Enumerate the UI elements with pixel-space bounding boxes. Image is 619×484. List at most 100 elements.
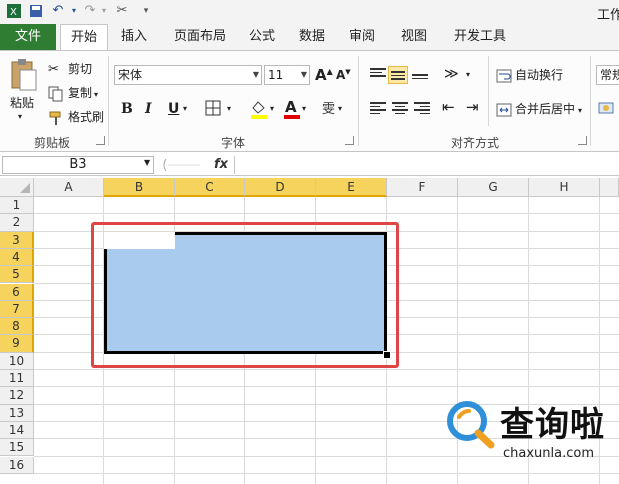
grow-font-icon[interactable]: A▲ — [315, 66, 333, 84]
customize-qat-icon[interactable]: ▾ — [138, 3, 154, 19]
group-divider — [108, 56, 109, 146]
row-header-13[interactable]: 13 — [0, 404, 34, 422]
redo-dropdown-icon[interactable]: ▾ — [96, 3, 112, 19]
row-header-14[interactable]: 14 — [0, 421, 34, 440]
row-header-4[interactable]: 4 — [0, 248, 34, 267]
row-header-11[interactable]: 11 — [0, 370, 34, 388]
column-header-a[interactable]: A — [34, 178, 104, 197]
merge-center-button[interactable]: 合并后居中 ▾ — [496, 100, 582, 118]
number-format-select[interactable]: 常规 — [596, 65, 619, 85]
tab-review[interactable]: 审阅 — [344, 24, 380, 50]
fill-color-dropdown-icon[interactable]: ▾ — [270, 104, 274, 113]
row-header-16[interactable]: 16 — [0, 456, 34, 474]
border-dropdown-icon[interactable]: ▾ — [227, 104, 231, 113]
annotation-highlight-box — [91, 222, 399, 368]
select-all-button[interactable] — [0, 178, 34, 197]
column-header-partial[interactable] — [600, 178, 619, 197]
align-middle-icon[interactable] — [388, 66, 408, 84]
underline-dropdown-icon[interactable]: ▾ — [183, 104, 187, 113]
fill-color-icon[interactable] — [248, 98, 270, 120]
column-header-c[interactable]: C — [175, 178, 245, 197]
alignment-launcher-icon[interactable] — [578, 136, 587, 145]
row-header-15[interactable]: 15 — [0, 439, 34, 457]
chevron-down-icon[interactable]: ▼ — [144, 158, 150, 167]
shrink-font-icon[interactable]: A▼ — [336, 68, 351, 82]
clipboard-launcher-icon[interactable] — [96, 136, 105, 145]
chevron-down-icon: ▼ — [252, 70, 259, 79]
align-bottom-icon[interactable] — [410, 66, 430, 84]
tab-data[interactable]: 数据 — [294, 24, 330, 50]
formula-bar-scroll[interactable] — [160, 157, 202, 173]
font-color-dropdown-icon[interactable]: ▾ — [302, 104, 306, 113]
tab-insert[interactable]: 插入 — [116, 24, 152, 50]
font-name-value: 宋体 — [118, 68, 143, 82]
column-header-g[interactable]: G — [458, 178, 529, 197]
gridline-horizontal — [34, 386, 619, 388]
paste-button[interactable]: 粘贴 — [10, 94, 34, 111]
align-top-icon[interactable] — [368, 66, 388, 84]
column-header-d[interactable]: D — [245, 178, 316, 197]
tab-developer[interactable]: 开发工具 — [448, 24, 512, 50]
group-divider — [488, 56, 489, 126]
tab-page-layout[interactable]: 页面布局 — [170, 24, 230, 50]
column-header-b[interactable]: B — [104, 178, 175, 197]
tab-home[interactable]: 开始 — [60, 24, 108, 50]
column-header-f[interactable]: F — [387, 178, 458, 197]
align-left-icon[interactable] — [368, 100, 388, 118]
italic-button[interactable]: I — [145, 101, 152, 117]
undo-dropdown-icon[interactable]: ▾ — [66, 3, 82, 19]
orientation-dropdown-icon[interactable]: ▾ — [466, 70, 470, 79]
save-icon[interactable] — [28, 3, 44, 19]
row-header-8[interactable]: 8 — [0, 318, 34, 336]
tab-formulas[interactable]: 公式 — [244, 24, 280, 50]
paste-icon[interactable] — [8, 58, 38, 92]
row-header-3[interactable]: 3 — [0, 231, 34, 249]
font-group-label: 字体 — [220, 136, 245, 150]
row-header-1[interactable]: 1 — [0, 197, 34, 215]
row-header-5[interactable]: 5 — [0, 266, 34, 284]
wrap-text-label: 自动换行 — [515, 68, 564, 82]
align-right-icon[interactable] — [412, 100, 432, 118]
merge-dropdown-icon[interactable]: ▾ — [578, 106, 582, 115]
cut-button[interactable]: ✂ 剪切 — [48, 60, 92, 78]
font-name-select[interactable]: 宋体 ▼ — [114, 65, 262, 85]
column-header-e[interactable]: E — [316, 178, 387, 197]
excel-icon: X — [6, 3, 22, 19]
row-header-6[interactable]: 6 — [0, 283, 34, 301]
bold-button[interactable]: B — [121, 101, 133, 117]
align-center-icon[interactable] — [390, 100, 410, 118]
phonetic-dropdown-icon[interactable]: ▾ — [338, 104, 342, 113]
insert-function-button[interactable]: fx — [214, 157, 228, 172]
name-box[interactable]: B3 — [2, 156, 154, 174]
formula-input[interactable] — [234, 156, 619, 174]
row-header-12[interactable]: 12 — [0, 387, 34, 405]
decrease-indent-icon[interactable]: ⇤ — [442, 98, 455, 116]
font-launcher-icon[interactable] — [345, 136, 354, 145]
tab-view[interactable]: 视图 — [396, 24, 432, 50]
font-color-icon[interactable]: A — [282, 98, 302, 120]
column-header-h[interactable]: H — [529, 178, 600, 197]
font-size-select[interactable]: 11 ▼ — [264, 65, 310, 85]
phonetic-icon[interactable]: 雯 — [322, 98, 335, 117]
orientation-icon[interactable]: ≫ — [444, 66, 459, 82]
row-header-2[interactable]: 2 — [0, 214, 34, 232]
copy-button[interactable]: 复制 ▾ — [48, 84, 98, 102]
row-header-10[interactable]: 10 — [0, 352, 34, 370]
brush-icon — [48, 110, 64, 126]
svg-text:A: A — [285, 98, 297, 116]
accounting-format-icon[interactable] — [598, 100, 616, 118]
underline-button[interactable]: U — [168, 101, 179, 117]
copy-dropdown-icon[interactable]: ▾ — [94, 90, 98, 99]
tab-file[interactable]: 文件 — [0, 24, 56, 50]
paste-dropdown-icon[interactable]: ▾ — [18, 112, 22, 121]
border-icon[interactable] — [205, 100, 223, 118]
row-header-7[interactable]: 7 — [0, 300, 34, 319]
row-header-9[interactable]: 9 — [0, 335, 34, 353]
format-painter-button[interactable]: 格式刷 — [48, 108, 104, 126]
undo-icon[interactable]: ↶ — [50, 3, 66, 19]
wrap-text-icon — [496, 68, 512, 84]
svg-text:X: X — [10, 7, 17, 18]
increase-indent-icon[interactable]: ⇥ — [466, 98, 479, 116]
wrap-text-button[interactable]: 自动换行 — [496, 66, 563, 84]
tools-icon[interactable]: ✂ — [114, 3, 130, 19]
